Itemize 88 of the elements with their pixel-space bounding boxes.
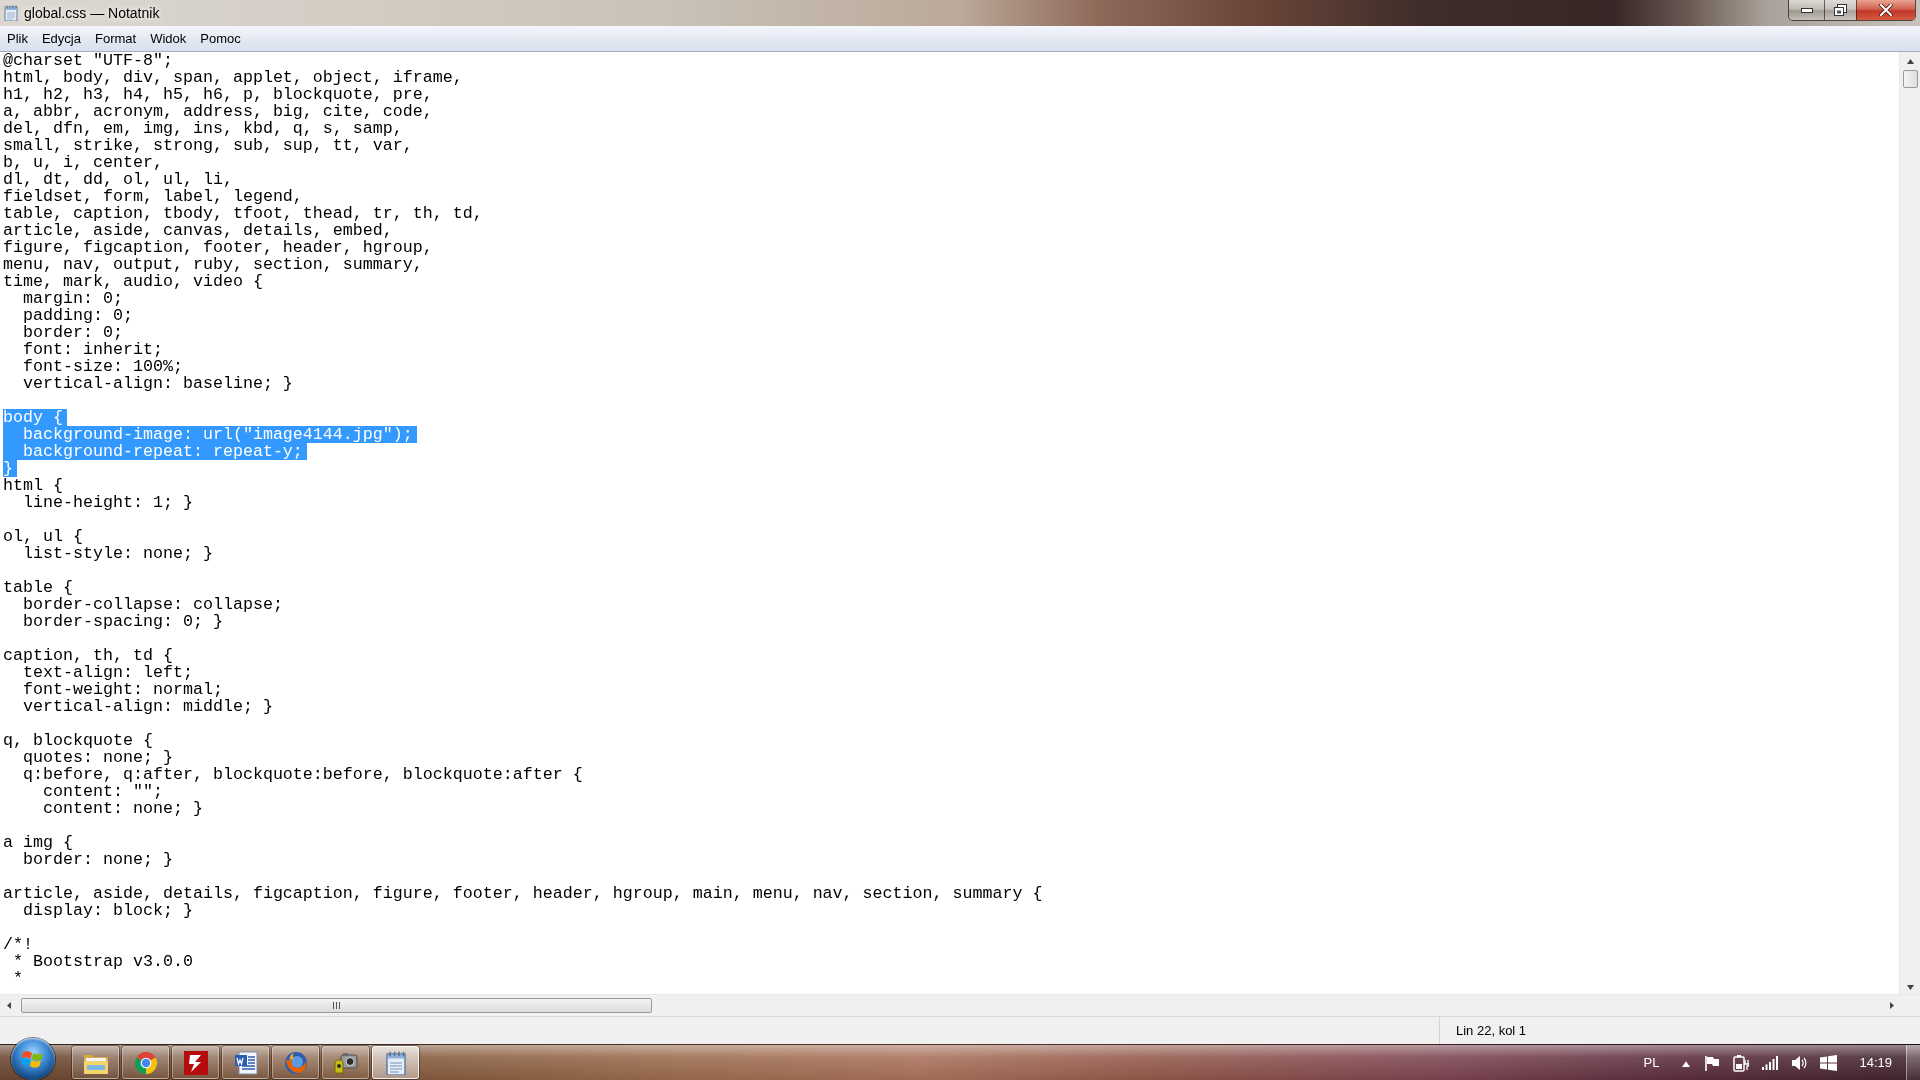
code-line: margin: 0; [22,290,123,307]
code-line: font-weight: normal; [22,681,223,698]
taskbar-button[interactable] [72,1046,119,1079]
code-line: /*! [3,936,33,953]
code-line: q, blockquote { [3,732,153,749]
code-line: article, aside, details, figcaption, figure, footer, header, hgroup, main, menu, nav, section, summary { [3,885,1043,902]
code-line: vertical-align: middle; } [22,698,273,715]
four-pane-logo-icon [22,1049,44,1069]
signal-bars-icon[interactable] [1762,1055,1779,1070]
show-desktop-button[interactable] [1906,1045,1920,1080]
camera-icon [332,1050,359,1075]
code-line: font: inherit; [22,341,163,358]
code-line: time, mark, audio, video { [3,273,263,290]
code-line: font-size: 100%; [22,358,183,375]
menu-item[interactable]: Edycja [34,27,88,50]
code-line: del, dfn, em, img, ins, kbd, q, s, samp, [3,120,403,137]
speaker-icon[interactable] [1791,1054,1808,1071]
menu-item[interactable]: Plik [0,27,35,50]
scrollbar-thumb[interactable] [1902,70,1918,88]
taskbar-button[interactable] [272,1046,319,1079]
code-line: * Bootstrap v3.0.0 [12,953,193,970]
code-line: table { [3,579,73,596]
caret-left-icon[interactable] [6,1002,13,1009]
code-line: padding: 0; [22,307,133,324]
taskbar-button[interactable] [322,1046,369,1079]
restore-button[interactable] [1824,0,1856,20]
code-line: table, caption, tbody, tfoot, thead, tr, th, td, [3,205,483,222]
code-line: h1, h2, h3, h4, h5, h6, p, blockquote, pre, [3,86,433,103]
code-line: line-height: 1; } [22,494,193,511]
ring-logo-icon [133,1050,158,1075]
close-button[interactable] [1856,0,1915,20]
scrollbar-track[interactable] [1899,52,1920,994]
minimize-icon [1800,7,1813,13]
code-line: display: block; } [22,902,193,919]
caret-down-icon[interactable] [1906,983,1914,990]
window-title: global.css — Notatnik [24,4,160,23]
code-line: list-style: none; } [22,545,213,562]
caret-right-icon[interactable] [1888,1002,1895,1009]
code-line: border: none; } [22,851,173,868]
code-line: fieldset, form, label, legend, [3,188,303,205]
code-line: border-spacing: 0; } [22,613,223,630]
code-line: border-collapse: collapse; [22,596,283,613]
menu-item[interactable]: Pomoc [193,27,248,50]
restore-icon [1834,4,1847,16]
minimize-button[interactable] [1789,0,1824,20]
code-line: vertical-align: baseline; } [22,375,293,392]
code-line: q:before, q:after, blockquote:before, blockquote:after { [22,766,583,783]
code-line: * [12,970,23,987]
code-line: a img { [3,834,73,851]
notepad-icon [3,5,19,21]
code-line: border: 0; [22,324,123,341]
menu-item[interactable]: Widok [143,27,194,50]
battery-plug-icon[interactable] [1733,1053,1750,1072]
cursor-position: Lin 22, kol 1 [1456,1023,1527,1038]
code-line: quotes: none; } [22,749,173,766]
code-line: content: ""; [41,783,163,800]
taskbar-button[interactable] [372,1046,419,1079]
clock[interactable]: 14:19 [1859,1055,1892,1070]
code-line: html, body, div, span, applet, object, iframe, [3,69,463,86]
scrollbar-track[interactable] [0,994,1920,1016]
close-icon [1879,4,1893,16]
scrollbar-thumb[interactable] [21,998,652,1013]
language-indicator[interactable]: PL [1643,1055,1660,1070]
caret-up-icon[interactable] [1906,57,1914,64]
code-line: caption, th, td { [3,647,173,664]
taskbar-button[interactable] [222,1046,269,1079]
document-icon [233,1050,258,1075]
code-line: article, aside, canvas, details, embed, [3,222,393,239]
taskbar-button[interactable] [122,1046,169,1079]
code-line: menu, nav, output, ruby, section, summary, [3,256,423,273]
code-line: dl, dt, dd, ol, ul, li, [3,171,233,188]
code-line: html { [3,477,63,494]
menu-item[interactable]: Format [88,27,144,50]
code-line: figure, figcaption, footer, header, hgroup, [3,239,433,256]
code-line: b, u, i, center, [3,154,163,171]
notepad-icon [383,1050,408,1075]
code-line: @charset "UTF-8"; [3,52,173,69]
code-line: content: none; } [41,800,203,817]
flag-icon[interactable] [1704,1054,1721,1071]
window-panes-icon[interactable] [1820,1054,1838,1071]
taskbar-button[interactable] [172,1046,219,1079]
start-button[interactable] [11,1038,55,1080]
code-line: text-align: left; [22,664,193,681]
globe-icon [283,1050,308,1075]
code-line: small, strike, strong, sub, sup, tt, var, [3,137,413,154]
code-line: a, abbr, acronym, address, big, cite, code, [3,103,433,120]
bolt-tile-icon [183,1050,208,1075]
code-line: ol, ul { [3,528,83,545]
